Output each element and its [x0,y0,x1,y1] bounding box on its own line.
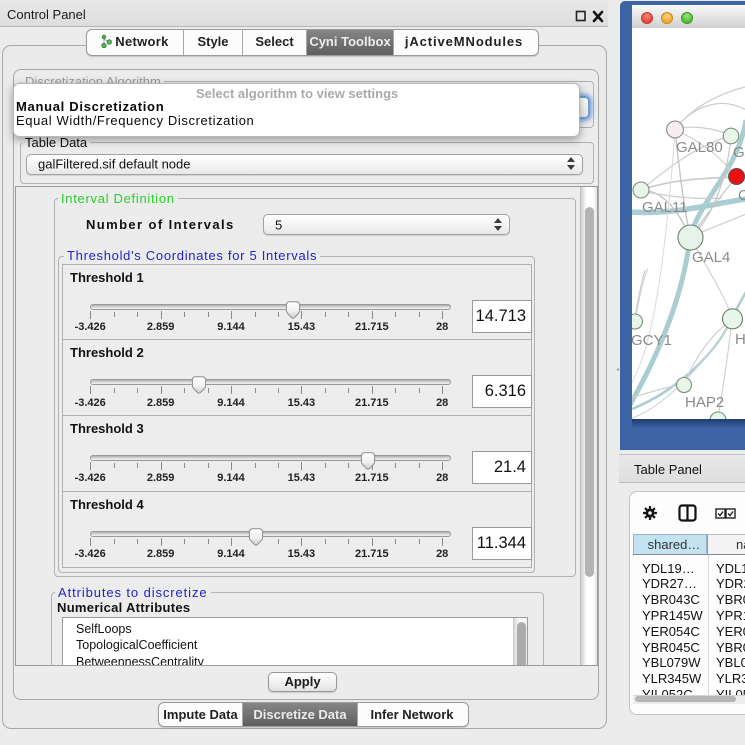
svg-text:CR: CR [738,187,745,204]
svg-text:GAL11: GAL11 [642,199,688,216]
svg-text:GAL4: GAL4 [692,249,730,266]
svg-text:GAL80: GAL80 [676,139,723,156]
svg-text:HAP2: HAP2 [685,394,724,411]
svg-text:GA: GA [733,144,745,161]
svg-text:GCY1: GCY1 [632,332,672,349]
svg-text:HS: HS [735,331,745,348]
